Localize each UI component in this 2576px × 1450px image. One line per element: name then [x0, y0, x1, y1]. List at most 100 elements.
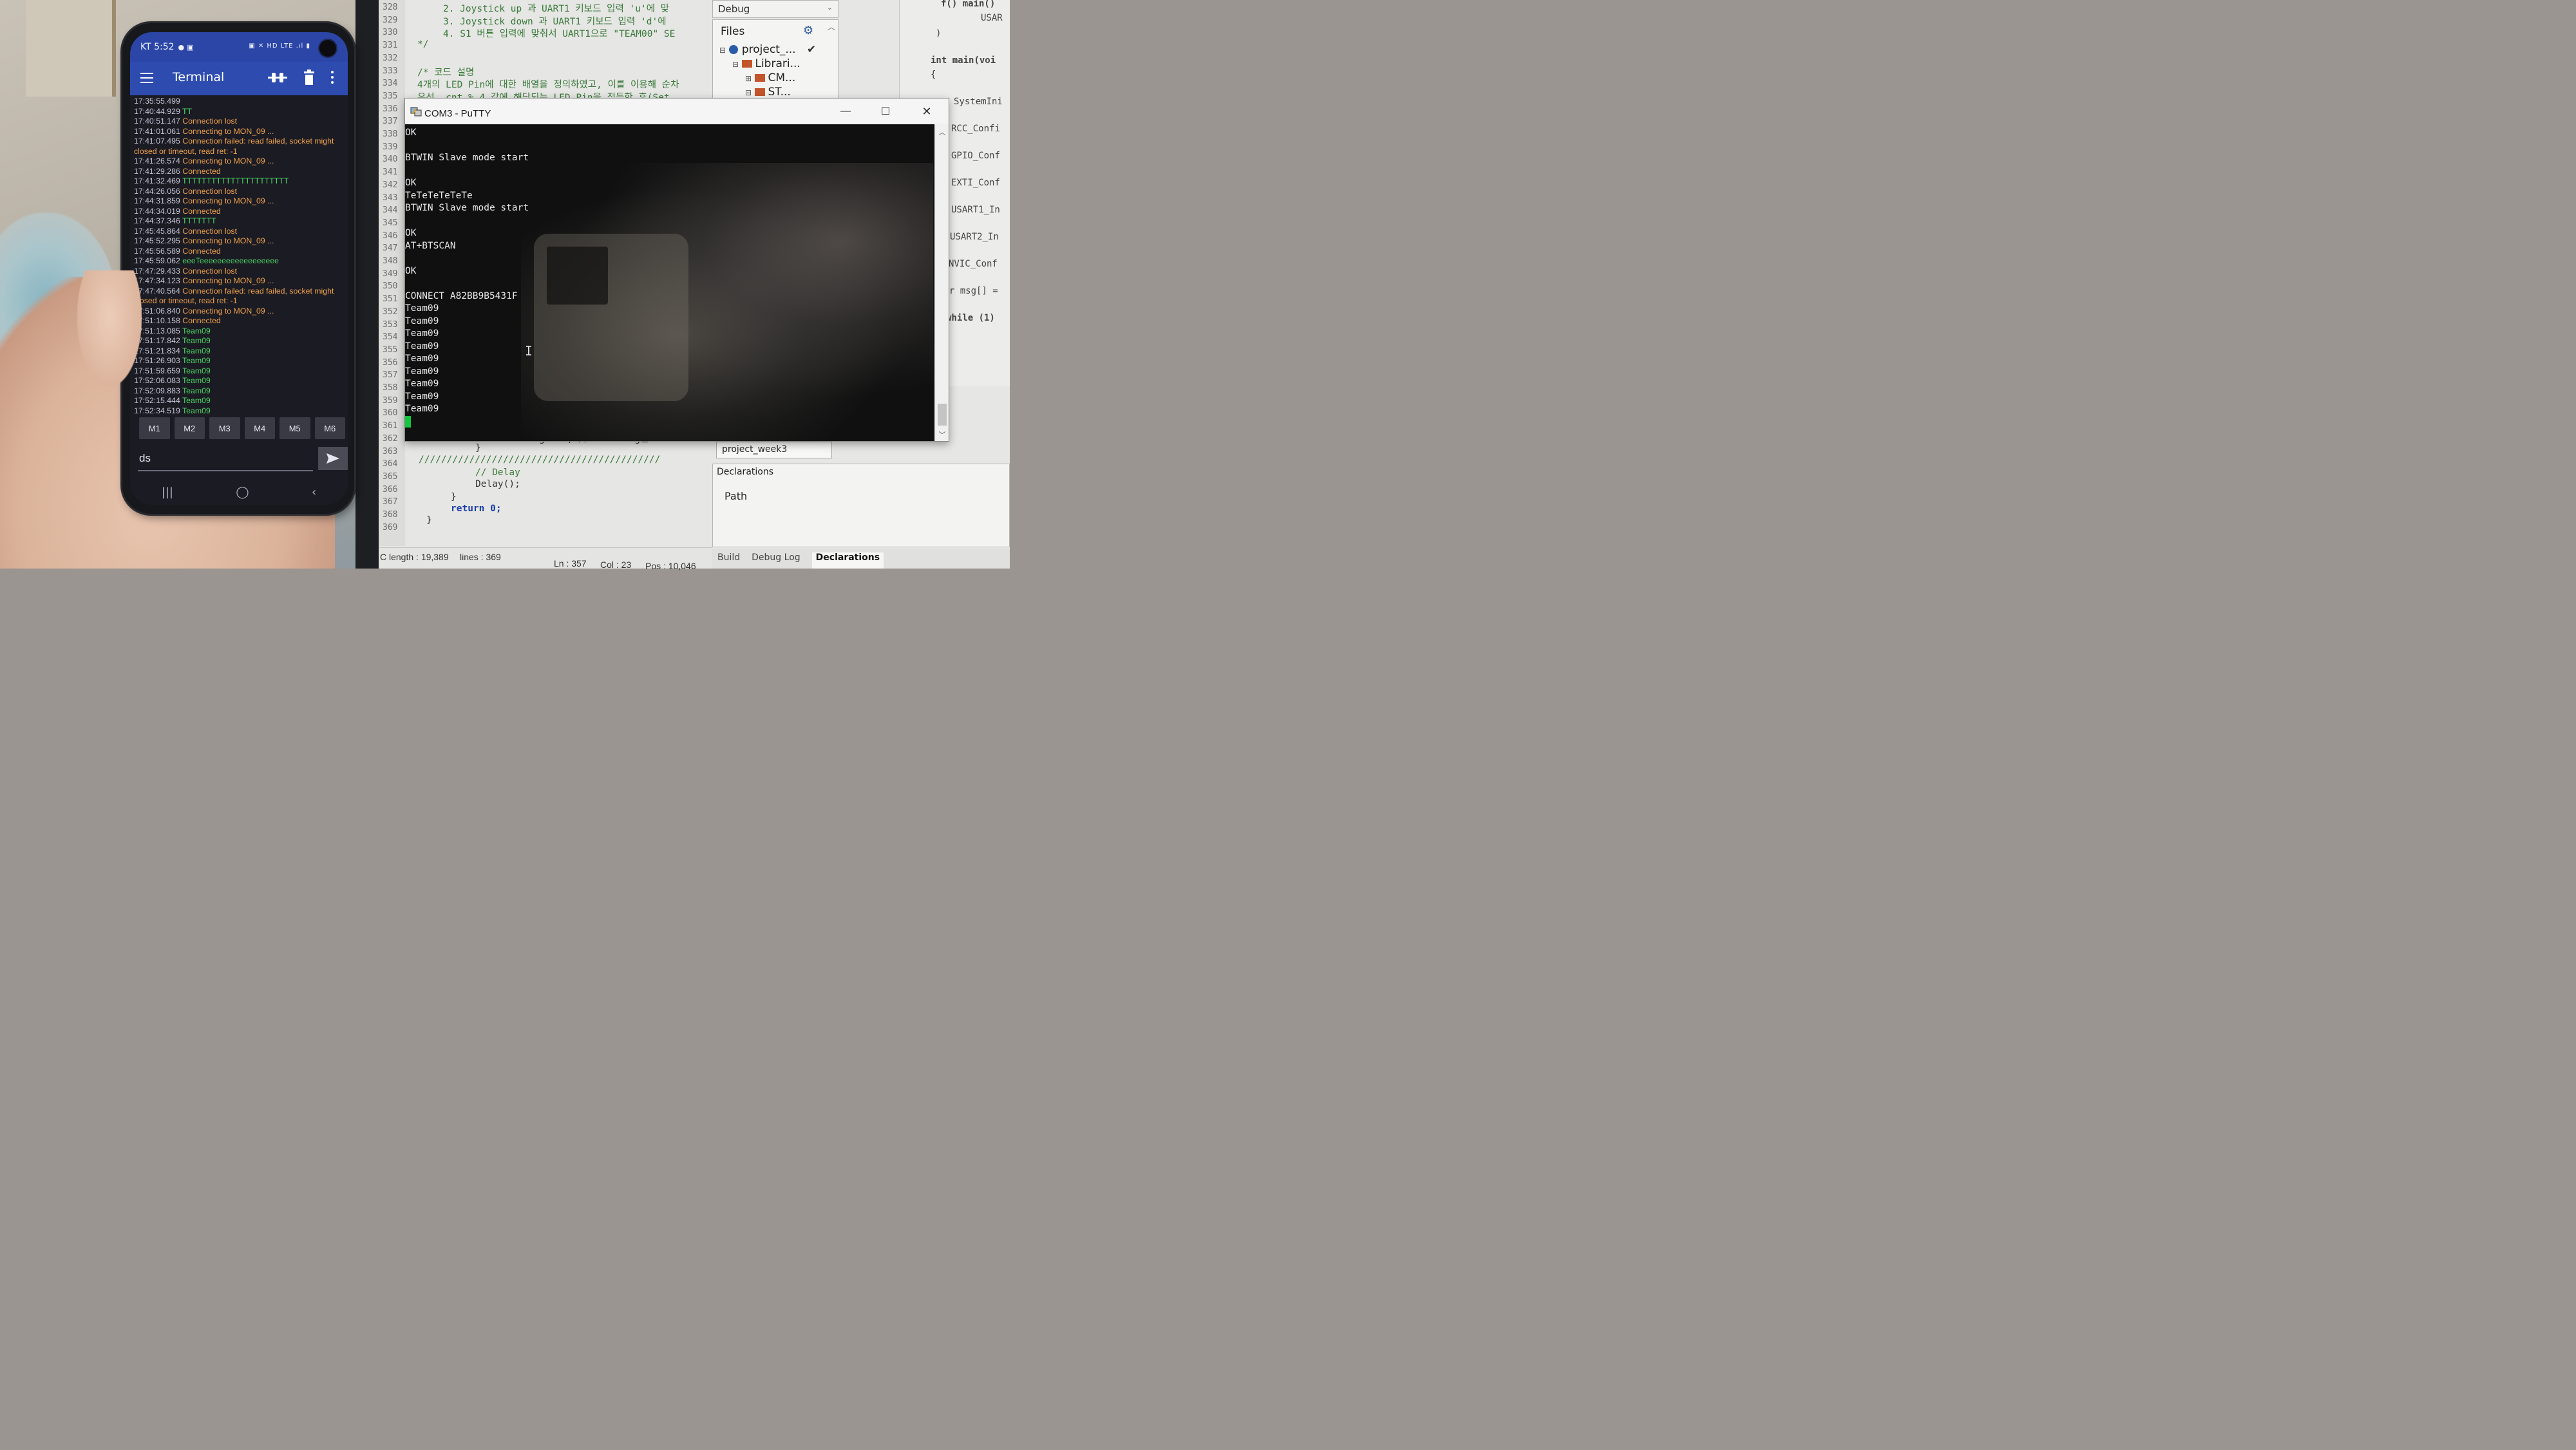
line-number: 363	[383, 446, 398, 457]
log-timestamp: 17:44:37.346	[134, 216, 180, 225]
code-line: }	[426, 515, 432, 525]
terminal-line: TeTeTeTeTeTe	[405, 190, 473, 201]
line-number-gutter: 328 329 330 331 332 333 334 335 336 337 338 339 340 3…	[379, 0, 404, 546]
putty-window[interactable]: COM3 - PuTTY — ☐ ✕ OK BTWIN Slave mode s…	[404, 98, 949, 442]
status-col: Col : 23	[600, 560, 632, 570]
log-entry: 17:51:21.834 Team09	[134, 346, 346, 357]
code-line: }	[451, 492, 457, 502]
terminal-line: AT+BTSCAN	[405, 240, 456, 251]
close-button[interactable]: ✕	[914, 102, 940, 120]
terminal-scrollbar[interactable]: ︿ ﹀	[934, 124, 949, 441]
maximize-button[interactable]: ☐	[873, 102, 898, 120]
log-timestamp: 17:41:29.286	[134, 166, 180, 176]
terminal-line: OK	[405, 265, 417, 276]
status-length: C length : 19,389	[380, 552, 449, 562]
files-title: Files	[721, 25, 745, 38]
collapse-icon: ⊟	[732, 60, 739, 69]
log-entry: 17:51:13.085 Team09	[134, 326, 346, 337]
line-number: 358	[383, 383, 398, 393]
macro-button-m4[interactable]: M4	[244, 417, 275, 439]
log-message: Connecting to MON_09 ...	[182, 276, 274, 285]
terminal-line: Team09	[405, 391, 439, 402]
putty-icon	[410, 107, 422, 117]
tree-item-project[interactable]: ⊟ project_... ✔	[719, 43, 816, 56]
line-number: 360	[383, 408, 398, 419]
scroll-up-icon[interactable]: ︿	[828, 21, 835, 32]
recents-button[interactable]: |||	[162, 485, 173, 499]
message-icon: ●	[178, 42, 185, 52]
line-number: 349	[383, 268, 398, 279]
log-entry: 17:44:31.859 Connecting to MON_09 ...	[134, 196, 346, 207]
log-timestamp: 17:45:45.864	[134, 226, 180, 236]
line-number: 339	[383, 142, 398, 152]
log-timestamp: 17:45:59.062	[134, 256, 180, 265]
project-icon	[729, 45, 739, 54]
scrollbar-thumb[interactable]	[938, 404, 947, 426]
output-tabs: Build Debug Log Declarations	[712, 549, 1010, 569]
code-line: USART2_In	[950, 232, 999, 242]
log-message: Team09	[182, 386, 211, 395]
log-timestamp: 17:35:55.499	[134, 97, 180, 106]
line-number: 350	[383, 281, 398, 292]
connect-plug-icon[interactable]	[267, 70, 289, 86]
tab-declarations[interactable]: Declarations	[811, 552, 884, 569]
log-entry: 17:51:06.840 Connecting to MON_09 ...	[134, 306, 346, 317]
code-line: ////////////////////////////////////////…	[419, 455, 661, 465]
terminal-area[interactable]: OK BTWIN Slave mode start OK TeTeTeTeTeTe…	[405, 124, 934, 441]
log-message: Team09	[182, 346, 211, 355]
front-camera	[319, 40, 336, 57]
log-entry: 17:51:10.158 Connected	[134, 316, 346, 326]
log-message: TT	[182, 106, 193, 116]
line-number: 354	[383, 332, 398, 343]
code-line: EXTI_Conf	[951, 178, 1000, 188]
minimize-button[interactable]: —	[833, 102, 858, 120]
tree-item-stlib[interactable]: ⊟ ST...	[745, 86, 791, 99]
send-button[interactable]	[318, 447, 348, 470]
log-message: Connecting to MON_09 ...	[182, 196, 274, 205]
log-timestamp: 17:41:32.469	[134, 176, 180, 185]
macro-button-m2[interactable]: M2	[174, 417, 205, 439]
gear-icon[interactable]: ⚙	[803, 24, 813, 37]
trash-icon[interactable]	[303, 70, 316, 86]
macro-button-m6[interactable]: M6	[314, 417, 345, 439]
log-entry: 17:45:52.295 Connecting to MON_09 ...	[134, 236, 346, 247]
log-message: TTTTTTT	[182, 216, 216, 225]
tree-item-cmsis[interactable]: ⊞ CM...	[745, 71, 795, 84]
log-timestamp: 17:41:07.495	[134, 137, 180, 146]
workspace-tab[interactable]: project_week3	[716, 442, 832, 458]
scroll-up-icon[interactable]: ︿	[938, 127, 947, 137]
log-timestamp: 17:52:09.883	[134, 386, 180, 395]
tree-item-label: project_...	[741, 43, 796, 56]
tab-build[interactable]: Build	[717, 552, 740, 569]
back-button[interactable]: ‹	[312, 485, 316, 499]
tree-item-libraries[interactable]: ⊟ Librari...	[732, 57, 800, 70]
tab-debug-log[interactable]: Debug Log	[752, 552, 800, 569]
macro-button-m3[interactable]: M3	[209, 417, 240, 439]
log-message: Connected	[182, 166, 221, 176]
macro-button-m5[interactable]: M5	[279, 417, 310, 439]
log-message: Team09	[182, 406, 211, 415]
more-options-icon[interactable]	[331, 71, 335, 85]
window-title: COM3 - PuTTY	[424, 108, 491, 119]
hamburger-menu-icon[interactable]	[140, 73, 153, 83]
log-message: Connecting to MON_09 ...	[182, 306, 274, 315]
home-button[interactable]: ◯	[236, 485, 249, 499]
status-pos: Pos : 10,046	[645, 561, 696, 571]
log-entry: 17:52:09.883 Team09	[134, 386, 346, 397]
terminal-log[interactable]: 17:35:55.499 17:40:44.929 TT 17:40:51.147…	[134, 97, 346, 419]
log-message: Team09	[182, 376, 211, 385]
line-number: 328	[383, 3, 398, 12]
line-number: 330	[383, 28, 398, 38]
line-number: 361	[383, 421, 398, 431]
line-number: 342	[383, 180, 398, 190]
line-number: 351	[383, 294, 398, 305]
send-input[interactable]	[138, 447, 313, 471]
line-number: 345	[383, 218, 398, 228]
macro-button-m1[interactable]: M1	[139, 417, 170, 439]
build-config-select[interactable]: Debug ⌄	[712, 0, 838, 18]
line-number: 336	[383, 104, 398, 114]
function-scope-label[interactable]: f() main()	[941, 0, 995, 9]
putty-titlebar[interactable]: COM3 - PuTTY — ☐ ✕	[405, 99, 949, 123]
scroll-down-icon[interactable]: ﹀	[938, 429, 947, 439]
terminal-line: Team09	[405, 404, 439, 414]
